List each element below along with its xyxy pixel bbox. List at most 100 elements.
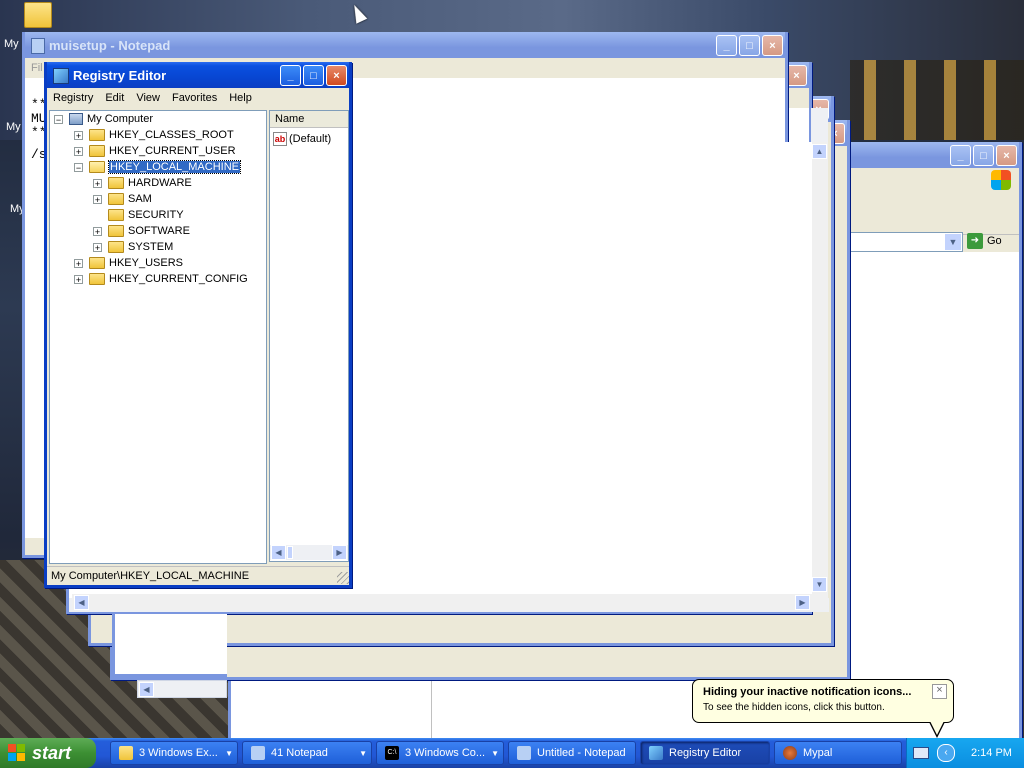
menu-edit[interactable]: Edit (99, 92, 130, 104)
tree-item-system[interactable]: + SYSTEM (93, 239, 173, 255)
folder-icon (119, 746, 133, 760)
tree-item-hklm[interactable]: − HKEY_LOCAL_MACHINE (74, 159, 241, 175)
start-button[interactable]: start (0, 738, 96, 768)
registry-icon (649, 746, 663, 760)
menu-favorites[interactable]: Favorites (166, 92, 223, 104)
taskbar-button-console-group[interactable]: C:\ 3 Windows Co... ▼ (376, 741, 504, 765)
minimize-button[interactable]: _ (280, 65, 301, 86)
tree-item-sam[interactable]: + SAM (93, 191, 152, 207)
balloon-title: Hiding your inactive notification icons.… (703, 686, 912, 698)
tree-item-hkcc[interactable]: + HKEY_CURRENT_CONFIG (74, 271, 248, 287)
registry-editor-window[interactable]: Registry Editor _ □ × Registry Edit View… (44, 62, 352, 588)
maximize-button[interactable]: □ (303, 65, 324, 86)
tree-item-security[interactable]: SECURITY (108, 207, 184, 223)
close-button[interactable]: × (762, 35, 783, 56)
tree-item-my-computer[interactable]: − My Computer (54, 111, 153, 127)
notepad-hscrollbar[interactable]: ◀ ▶ (72, 594, 828, 610)
folder-icon (89, 129, 105, 141)
registry-value-list[interactable]: Name ab (Default) ◀ ▶ (269, 110, 349, 562)
tree-label: HKEY_USERS (109, 257, 183, 269)
balloon-text: To see the hidden icons, click this butt… (703, 702, 885, 713)
collapse-icon[interactable]: − (54, 114, 63, 124)
go-button[interactable]: ➜ Go (967, 232, 1002, 250)
maximize-button[interactable]: □ (739, 35, 760, 56)
muisetup-titlebar[interactable]: muisetup - Notepad _ □ × (25, 32, 785, 58)
go-arrow-icon: ➜ (967, 233, 983, 249)
open-folder-icon (89, 161, 105, 173)
tree-label: HARDWARE (128, 177, 192, 189)
scroll-thumb[interactable] (287, 546, 293, 559)
expand-icon[interactable]: + (93, 242, 102, 252)
list-header-name[interactable]: Name (270, 111, 348, 128)
taskbar-label: Registry Editor (669, 747, 742, 759)
expand-icon[interactable]: + (74, 130, 83, 140)
tree-item-hku[interactable]: + HKEY_USERS (74, 255, 183, 271)
address-dropdown-icon[interactable]: ▼ (945, 234, 961, 250)
notification-balloon[interactable]: Hiding your inactive notification icons.… (692, 679, 954, 738)
close-button[interactable]: × (996, 145, 1017, 166)
taskbar-button-untitled-notepad[interactable]: Untitled - Notepad (508, 741, 636, 765)
tree-label: My Computer (87, 113, 154, 125)
tree-label: SAM (128, 193, 152, 205)
clock[interactable]: 2:14 PM (971, 747, 1012, 759)
minimize-button[interactable]: _ (950, 145, 971, 166)
status-path: My Computer\HKEY_LOCAL_MACHINE (51, 570, 250, 582)
folder-icon (108, 193, 124, 205)
minimize-button[interactable]: _ (716, 35, 737, 56)
expand-icon[interactable]: + (93, 194, 102, 204)
desktop-folder-icon[interactable] (24, 2, 52, 28)
header-label: Name (275, 113, 305, 125)
system-tray: ‹ 2:14 PM (906, 738, 1024, 768)
tree-item-hardware[interactable]: + HARDWARE (93, 175, 192, 191)
folder-icon (108, 209, 124, 221)
registry-tree[interactable]: − My Computer + HKEY_CLASSES_ROOT + HKEY… (49, 110, 267, 564)
taskbar: start 3 Windows Ex... ▼ 41 Notepad ▼ C:\… (0, 738, 1024, 768)
registry-titlebar[interactable]: Registry Editor _ □ × (47, 62, 349, 88)
tree-item-hkcu[interactable]: + HKEY_CURRENT_USER (74, 143, 236, 159)
expand-icon[interactable]: + (74, 146, 83, 156)
value-list-hscrollbar[interactable]: ◀ ▶ (270, 545, 348, 560)
expand-icon[interactable]: + (93, 178, 102, 188)
show-hidden-icons-button[interactable]: ‹ (937, 744, 955, 762)
address-bar[interactable] (831, 232, 963, 252)
string-value-icon: ab (273, 132, 287, 146)
stacked-window-fragment[interactable] (112, 614, 227, 677)
start-label: start (32, 742, 72, 763)
maximize-button[interactable]: □ (973, 145, 994, 166)
notepad-vscrollbar[interactable]: ▲ ▼ (812, 142, 828, 594)
close-button[interactable]: × (786, 65, 807, 86)
notepad-icon (31, 38, 45, 54)
expand-icon[interactable]: + (93, 226, 102, 236)
taskbar-button-mypal[interactable]: Mypal (774, 741, 902, 765)
collapse-icon[interactable]: − (74, 162, 83, 172)
go-label: Go (987, 235, 1002, 247)
tree-label: HKEY_CLASSES_ROOT (109, 129, 234, 141)
resize-grip-icon[interactable] (337, 572, 349, 584)
menu-view[interactable]: View (130, 92, 166, 104)
registry-status-bar: My Computer\HKEY_LOCAL_MACHINE (47, 566, 349, 584)
expand-icon[interactable]: + (74, 274, 83, 284)
folder-icon (89, 257, 105, 269)
tree-item-software[interactable]: + SOFTWARE (93, 223, 190, 239)
tree-label: SYSTEM (128, 241, 174, 253)
close-button[interactable]: × (326, 65, 347, 86)
list-item-default[interactable]: ab (Default) (270, 130, 348, 148)
taskbar-button-explorer-group[interactable]: 3 Windows Ex... ▼ (110, 741, 238, 765)
folder-icon (89, 145, 105, 157)
tree-item-hkcr[interactable]: + HKEY_CLASSES_ROOT (74, 127, 234, 143)
menu-registry[interactable]: Registry (47, 92, 99, 104)
tree-label: HKEY_CURRENT_CONFIG (109, 273, 248, 285)
menu-help[interactable]: Help (223, 92, 258, 104)
stacked-window-hscrollbar[interactable]: ◀ (137, 680, 227, 698)
expand-icon[interactable]: + (74, 258, 83, 268)
keyboard-icon[interactable] (913, 747, 929, 759)
taskbar-button-registry-editor[interactable]: Registry Editor (640, 741, 770, 765)
folder-icon (108, 177, 124, 189)
registry-menubar: Registry Edit View Favorites Help (47, 88, 349, 108)
balloon-close-button[interactable]: × (932, 684, 947, 699)
taskbar-button-notepad-group[interactable]: 41 Notepad ▼ (242, 741, 372, 765)
tree-label: SECURITY (128, 209, 184, 221)
folder-icon (108, 241, 124, 253)
muisetup-title: muisetup - Notepad (49, 37, 171, 53)
computer-icon (69, 113, 83, 125)
